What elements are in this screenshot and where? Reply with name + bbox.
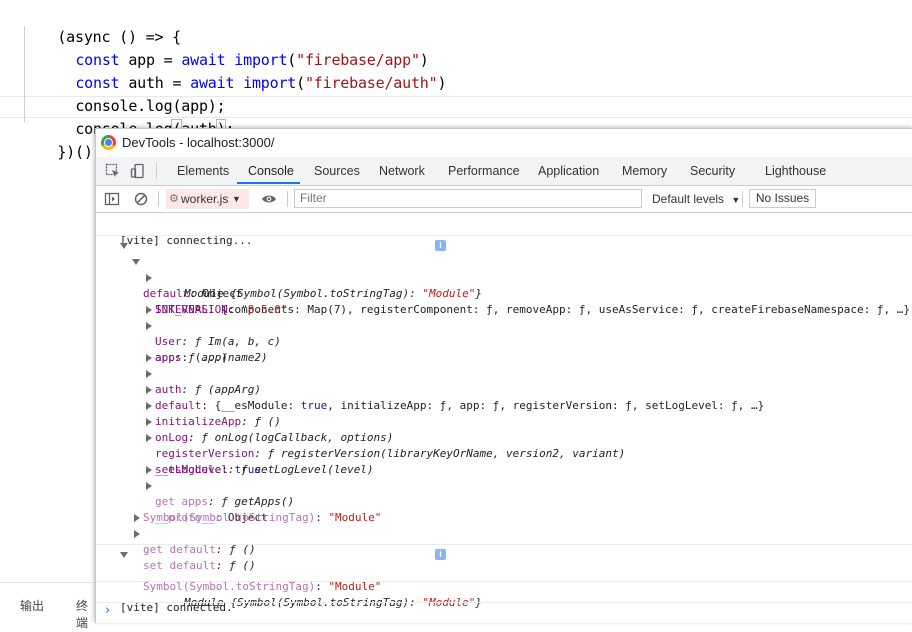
- tab-network[interactable]: Network: [379, 164, 425, 178]
- object-row-proto[interactable]: __proto__: Object: [96, 478, 912, 524]
- tab-elements[interactable]: Elements: [177, 164, 229, 178]
- expand-triangle-icon[interactable]: [146, 306, 152, 314]
- object-row-auth[interactable]: auth: ƒ (appArg): [96, 350, 912, 396]
- code-line-1[interactable]: (async () => {: [22, 3, 181, 46]
- console-message: [vite] connected.: [96, 584, 912, 614]
- code-line-2[interactable]: const app = await import("firebase/app"): [40, 26, 428, 69]
- expand-triangle-icon[interactable]: [146, 274, 152, 282]
- console-output[interactable]: [vite] connecting... Module {Symbol(Symb…: [96, 213, 912, 623]
- info-icon[interactable]: i: [435, 549, 446, 560]
- object-row-tostringtag-2: Symbol(Symbol.toStringTag): "Module": [96, 563, 912, 593]
- code-line-3[interactable]: const auth = await import("firebase/auth…: [40, 49, 446, 92]
- object-row-get-apps[interactable]: get apps: ƒ getApps(): [96, 462, 912, 508]
- keyword-import: import: [234, 74, 297, 92]
- object-row-default-inner[interactable]: default: {__esModule: true, initializeAp…: [96, 366, 912, 412]
- expand-triangle-icon[interactable]: [146, 322, 152, 330]
- object-row-apps[interactable]: apps: (...): [96, 334, 912, 364]
- context-selector[interactable]: ⚙ worker.js ▼: [166, 189, 249, 209]
- expand-triangle-icon[interactable]: [146, 418, 152, 426]
- show-sidebar-icon[interactable]: [104, 191, 120, 207]
- object-row-esmodule: __esModule: true: [96, 446, 912, 476]
- dropdown-arrow-icon: ▼: [232, 194, 241, 204]
- active-tab-indicator: [237, 182, 300, 184]
- clear-console-icon[interactable]: [133, 191, 149, 207]
- divider: [742, 191, 743, 207]
- log-levels-dropdown[interactable]: Default levels ▼: [652, 192, 740, 206]
- expand-triangle-icon[interactable]: [134, 514, 140, 522]
- window-title: DevTools - localhost:3000/: [122, 135, 275, 150]
- gear-icon: ⚙: [169, 193, 179, 205]
- expand-triangle-icon[interactable]: [146, 386, 152, 394]
- tab-lighthouse[interactable]: Lighthouse: [765, 164, 826, 178]
- tab-sources[interactable]: Sources: [314, 164, 360, 178]
- object-row-internal[interactable]: INTERNAL: {components: Map(7), registerC…: [96, 270, 912, 316]
- message-divider: [96, 581, 912, 582]
- console-message: [vite] connecting...: [96, 217, 912, 247]
- expand-triangle-icon[interactable]: [132, 259, 140, 265]
- tab-application[interactable]: Application: [538, 164, 599, 178]
- expand-triangle-icon[interactable]: [120, 243, 128, 249]
- devtools-window: DevTools - localhost:3000/ Elements Cons…: [95, 128, 912, 623]
- tab-terminal[interactable]: 终端: [76, 597, 96, 631]
- code-text: })(): [57, 143, 93, 161]
- message-divider: [96, 602, 912, 603]
- expand-triangle-icon[interactable]: [134, 530, 140, 538]
- chrome-logo-icon: [101, 135, 116, 150]
- devtools-titlebar[interactable]: DevTools - localhost:3000/: [96, 129, 912, 157]
- divider: [158, 191, 159, 207]
- paren: (: [296, 74, 305, 92]
- tab-console[interactable]: Console: [248, 164, 294, 178]
- message-divider: [96, 544, 912, 545]
- code-line-4[interactable]: console.log(app);: [40, 72, 225, 115]
- divider: [287, 191, 288, 207]
- devtools-tabbar: Elements Console Sources Network Perform…: [96, 157, 912, 186]
- expand-triangle-icon[interactable]: [146, 434, 152, 442]
- expand-triangle-icon[interactable]: [120, 552, 128, 558]
- tab-memory[interactable]: Memory: [622, 164, 667, 178]
- tab-security[interactable]: Security: [690, 164, 735, 178]
- info-icon[interactable]: i: [435, 240, 446, 251]
- context-label: worker.js: [181, 192, 229, 206]
- object-row-set-log-level[interactable]: setLogLevel: ƒ setLogLevel(level): [96, 430, 912, 476]
- live-expression-eye-icon[interactable]: [261, 191, 277, 207]
- code-line-6[interactable]: })(): [22, 118, 93, 161]
- tab-output[interactable]: 输出: [20, 597, 44, 614]
- device-toolbar-icon[interactable]: [130, 163, 146, 179]
- dropdown-arrow-icon: ▼: [731, 195, 741, 205]
- expand-triangle-icon[interactable]: [146, 402, 152, 410]
- expand-triangle-icon[interactable]: [146, 370, 152, 378]
- object-row-app[interactable]: app: ƒ app(name2): [96, 318, 912, 364]
- string-literal: "firebase/auth": [304, 74, 438, 92]
- divider: [156, 163, 157, 179]
- console-toolbar: ⚙ worker.js ▼ Filter Default levels ▼ No…: [96, 186, 912, 213]
- inspect-element-icon[interactable]: [105, 163, 121, 179]
- object-row-onlog[interactable]: onLog: ƒ onLog(logCallback, options): [96, 398, 912, 444]
- object-row-register-version[interactable]: registerVersion: ƒ registerVersion(libra…: [96, 414, 912, 460]
- paren: ): [437, 74, 447, 92]
- message-divider: [96, 235, 912, 236]
- object-row-tostringtag: Symbol(Symbol.toStringTag): "Module": [96, 494, 912, 524]
- object-row-default[interactable]: default: Object: [96, 254, 912, 300]
- object-row-initialize-app[interactable]: initializeApp: ƒ (): [96, 382, 912, 428]
- code-line-5[interactable]: console.log(auth);: [40, 95, 235, 139]
- expand-triangle-icon[interactable]: [146, 466, 152, 474]
- expand-triangle-icon[interactable]: [146, 482, 152, 490]
- object-row-user[interactable]: User: ƒ Im(a, b, c): [96, 302, 912, 348]
- console-prompt-icon[interactable]: ›: [105, 603, 110, 618]
- object-row-get-default[interactable]: get default: ƒ (): [96, 510, 912, 556]
- object-row-module[interactable]: Module {Symbol(Symbol.toStringTag): "Mod…: [96, 238, 912, 300]
- filter-input[interactable]: Filter: [294, 189, 642, 208]
- object-row-module-2[interactable]: Module {Symbol(Symbol.toStringTag): "Mod…: [96, 547, 912, 609]
- object-row-sdk-version: SDK_VERSION: "8.5.0": [96, 286, 912, 316]
- tab-performance[interactable]: Performance: [448, 164, 520, 178]
- editor-panel-tabs: 输出 终端: [0, 582, 96, 630]
- levels-label: Default levels: [652, 192, 725, 206]
- object-row-set-default[interactable]: set default: ƒ (): [96, 526, 912, 572]
- expand-triangle-icon[interactable]: [146, 354, 152, 362]
- issues-button[interactable]: No Issues: [749, 189, 816, 208]
